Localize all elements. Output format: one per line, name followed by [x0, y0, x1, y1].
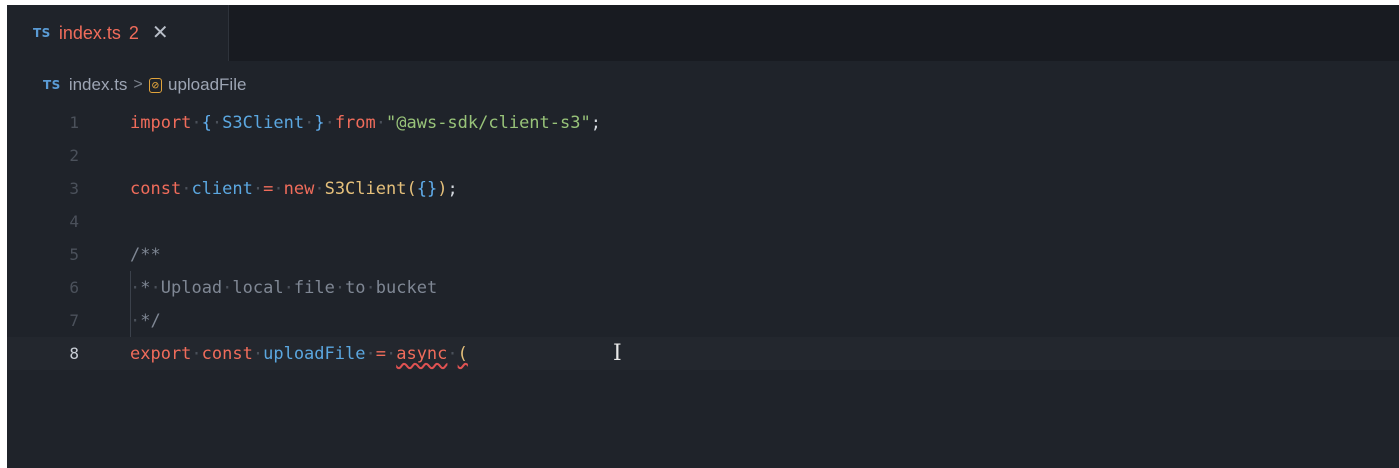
breadcrumb-symbol[interactable]: uploadFile — [168, 75, 246, 95]
code-line[interactable]: 2 — [7, 139, 1399, 172]
line-number: 8 — [69, 344, 79, 363]
tab-bar: TS index.ts 2 ✕ — [7, 5, 1399, 61]
line-content: · * · Upload · local · file · to · bucket — [130, 277, 438, 298]
line-content: import ·{· S3Client ·} · from · "@aws-sdk/clien… — [130, 112, 601, 133]
line-content: · */ — [130, 310, 161, 331]
line-content: const · client · = · new · S3Client({}); — [130, 178, 458, 199]
code-line[interactable]: 5 /** — [7, 238, 1399, 271]
code-line[interactable]: 7 · */ — [7, 304, 1399, 337]
error-squiggle: async — [396, 343, 448, 364]
line-number: 3 — [69, 179, 79, 198]
code-line[interactable]: 1 import ·{· S3Client ·} · from · "@aws-sdk/cli… — [7, 106, 1399, 139]
problem-count-badge: 2 — [128, 22, 139, 43]
breadcrumb: TS index.ts > ⊘ uploadFile — [43, 73, 246, 97]
line-number: 4 — [69, 212, 79, 231]
error-squiggle: ( — [457, 343, 468, 364]
breadcrumb-file[interactable]: index.ts — [69, 75, 128, 95]
breadcrumb-separator-icon: > — [133, 76, 143, 93]
text-cursor-icon: I — [613, 341, 622, 366]
tab-title: index.ts — [58, 22, 121, 43]
line-number: 2 — [69, 146, 79, 165]
code-line[interactable]: 6 · * · Upload · local · file · to · bucket — [7, 271, 1399, 304]
line-number: 7 — [69, 311, 79, 330]
code-line[interactable]: 4 — [7, 205, 1399, 238]
code-line-active[interactable]: 8 export · const · uploadFile · = · async ·( I — [7, 337, 1399, 370]
symbol-variable-icon: ⊘ — [148, 77, 162, 93]
editor-window: TS index.ts 2 ✕ TS index.ts > ⊘ uploadFi… — [7, 5, 1399, 468]
close-icon[interactable]: ✕ — [152, 23, 169, 43]
line-number: 6 — [69, 278, 79, 297]
line-number: 5 — [69, 245, 79, 264]
line-content: export · const · uploadFile · = · async ·( — [130, 343, 468, 364]
typescript-icon: TS — [43, 78, 61, 92]
typescript-icon: TS — [33, 26, 51, 40]
tab-index-ts[interactable]: TS index.ts 2 ✕ — [7, 5, 229, 61]
code-line[interactable]: 3 const · client · = · new · S3Client({}); — [7, 172, 1399, 205]
line-number: 1 — [69, 113, 79, 132]
line-content: /** — [130, 244, 161, 265]
